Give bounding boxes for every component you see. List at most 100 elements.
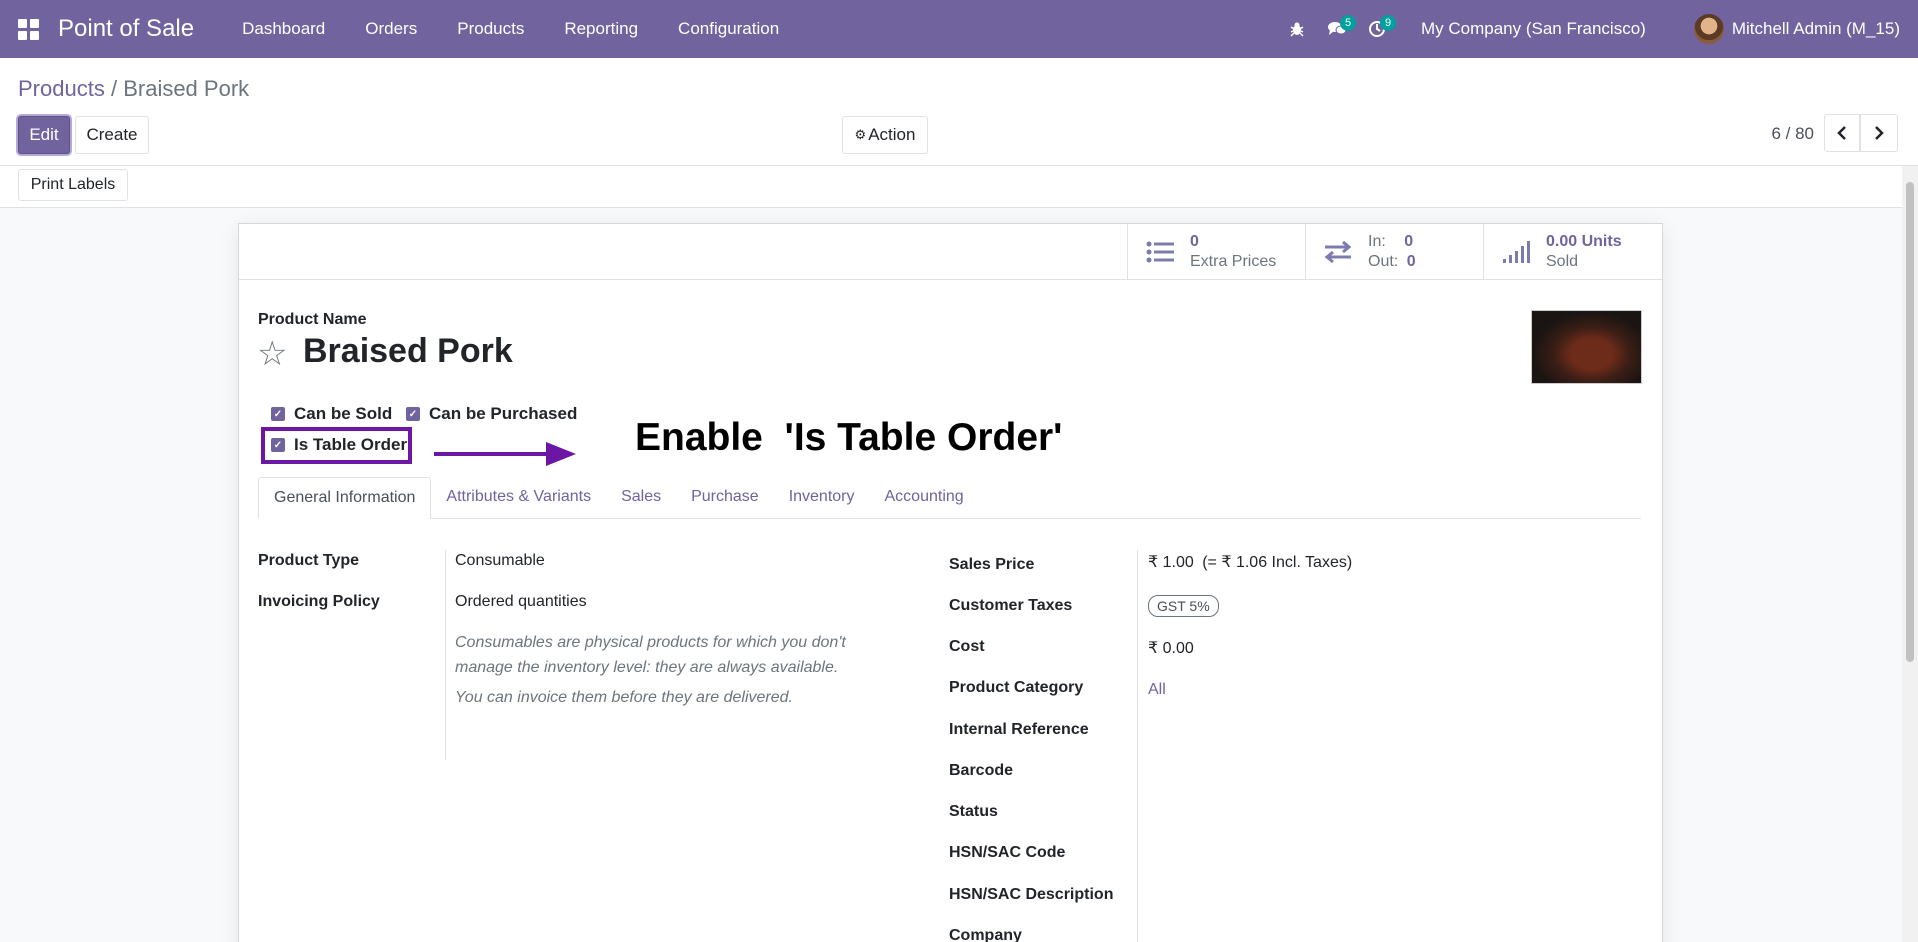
checkbox-checked-icon: ✓ — [271, 407, 285, 421]
signal-icon — [1494, 240, 1538, 264]
in-out-button[interactable]: In: 0 Out: 0 — [1305, 224, 1483, 280]
form-tabs: General Information Attributes & Variant… — [258, 477, 1641, 519]
checkbox-checked-icon: ✓ — [406, 407, 420, 421]
edit-button[interactable]: Edit — [18, 116, 70, 154]
chevron-left-icon — [1837, 126, 1846, 140]
tab-attributes-variants[interactable]: Attributes & Variants — [431, 477, 606, 518]
company-label: Company — [949, 927, 1022, 942]
form-sheet: 0 Extra Prices In: 0 Out: 0 0.00 Units S… — [238, 223, 1663, 942]
sales-price-value: ₹ 1.00 — [1148, 554, 1194, 571]
internal-reference-label: Internal Reference — [949, 721, 1089, 738]
hsn-sac-description-label: HSN/SAC Description — [949, 886, 1114, 903]
activities-icon[interactable]: 9 — [1357, 0, 1397, 58]
sales-price-incl-taxes: (= ₹ 1.06 Incl. Taxes) — [1202, 554, 1353, 571]
status-label: Status — [949, 803, 998, 820]
product-type-label: Product Type — [258, 552, 360, 569]
help-line: Consumables are physical products for wh… — [455, 634, 846, 651]
sales-price-field[interactable]: ₹ 1.00 (= ₹ 1.06 Incl. Taxes) — [1148, 552, 1352, 572]
breadcrumb-products[interactable]: Products — [18, 76, 105, 101]
scrollbar-thumb[interactable] — [1906, 182, 1914, 662]
tab-sales[interactable]: Sales — [606, 477, 676, 518]
user-name: Mitchell Admin (M_15) — [1731, 19, 1900, 38]
pager-value[interactable]: 6 / 80 — [1771, 124, 1814, 144]
product-type-help: Consumables are physical products for wh… — [455, 630, 846, 710]
app-name[interactable]: Point of Sale — [58, 15, 194, 43]
scrollbar[interactable] — [1902, 166, 1918, 942]
field-divider — [1137, 550, 1138, 942]
action-button[interactable]: ⚙ Action — [842, 116, 928, 154]
barcode-label: Barcode — [949, 762, 1014, 779]
product-category-label: Product Category — [949, 679, 1084, 696]
apps-menu-icon[interactable] — [0, 0, 56, 58]
control-panel: Products / Braised Pork Edit Create ⚙ Ac… — [0, 58, 1918, 166]
out-value: 0 — [1406, 253, 1416, 270]
sold-value: 0.00 Units — [1546, 233, 1622, 250]
can-be-sold-label: Can be Sold — [294, 404, 393, 423]
print-labels-button[interactable]: Print Labels — [18, 169, 128, 201]
gear-icon: ⚙ — [854, 127, 867, 142]
breadcrumb-current: Braised Pork — [123, 76, 250, 101]
can-be-purchased-label: Can be Purchased — [429, 404, 578, 423]
cost-value[interactable]: ₹ 0.00 — [1148, 638, 1194, 658]
bug-icon[interactable] — [1277, 0, 1317, 58]
messages-icon[interactable]: 5 — [1317, 0, 1357, 58]
avatar — [1693, 14, 1724, 44]
tab-accounting[interactable]: Accounting — [870, 477, 979, 518]
product-name-label: Product Name — [258, 311, 367, 328]
tax-tag[interactable]: GST 5% — [1148, 595, 1219, 617]
tab-purchase[interactable]: Purchase — [676, 477, 774, 518]
in-value: 0 — [1404, 233, 1414, 250]
smart-buttons: 0 Extra Prices In: 0 Out: 0 0.00 Units S… — [239, 224, 1662, 280]
help-line: You can invoice them before they are del… — [455, 689, 793, 706]
menu-reporting[interactable]: Reporting — [544, 0, 658, 58]
transfer-icon — [1316, 240, 1360, 264]
navbar-systray: 5 9 My Company (San Francisco) Mitchell … — [1277, 0, 1918, 58]
invoicing-policy-value[interactable]: Ordered quantities — [455, 593, 587, 611]
main-menu: Dashboard Orders Products Reporting Conf… — [222, 0, 799, 58]
pager-previous-button[interactable] — [1824, 114, 1860, 152]
create-button[interactable]: Create — [75, 116, 149, 154]
invoicing-policy-label: Invoicing Policy — [258, 593, 380, 610]
sold-label: Sold — [1546, 253, 1579, 270]
breadcrumb: Products / Braised Pork — [18, 76, 249, 102]
sales-price-label: Sales Price — [949, 556, 1035, 573]
out-label: Out: — [1368, 253, 1399, 270]
extra-prices-label: Extra Prices — [1190, 253, 1277, 270]
extra-prices-value: 0 — [1190, 233, 1199, 250]
activities-badge: 9 — [1379, 15, 1397, 31]
in-label: In: — [1368, 233, 1386, 250]
customer-taxes-label: Customer Taxes — [949, 597, 1073, 614]
favorite-star-icon[interactable]: ☆ — [257, 334, 287, 374]
annotation-arrow-icon — [434, 442, 576, 466]
extra-prices-button[interactable]: 0 Extra Prices — [1127, 224, 1305, 280]
tab-inventory[interactable]: Inventory — [774, 477, 870, 518]
product-type-value[interactable]: Consumable — [455, 552, 545, 570]
list-icon — [1138, 240, 1182, 264]
breadcrumb-separator: / — [110, 76, 118, 101]
pager-next-button[interactable] — [1860, 114, 1898, 152]
form-statusbar: Print Labels — [0, 166, 1902, 208]
chevron-right-icon — [1875, 126, 1884, 140]
product-name[interactable]: Braised Pork — [303, 332, 513, 371]
tab-general-information[interactable]: General Information — [258, 477, 432, 519]
annotation-text: Enable 'Is Table Order' — [635, 416, 1063, 459]
can-be-purchased-checkbox[interactable]: ✓ Can be Purchased — [406, 404, 577, 424]
user-menu[interactable]: Mitchell Admin (M_15) — [1670, 14, 1918, 44]
menu-dashboard[interactable]: Dashboard — [222, 0, 345, 58]
top-navbar: Point of Sale Dashboard Orders Products … — [0, 0, 1918, 58]
menu-configuration[interactable]: Configuration — [658, 0, 799, 58]
sold-button[interactable]: 0.00 Units Sold — [1483, 224, 1661, 280]
help-line: manage the inventory level: they are alw… — [455, 659, 839, 676]
annotation-highlight-box — [261, 427, 412, 464]
action-label: Action — [868, 125, 916, 144]
hsn-sac-code-label: HSN/SAC Code — [949, 844, 1066, 861]
product-category-value[interactable]: All — [1148, 681, 1166, 699]
menu-products[interactable]: Products — [437, 0, 544, 58]
messages-badge: 5 — [1339, 15, 1357, 31]
menu-orders[interactable]: Orders — [345, 0, 437, 58]
field-divider — [445, 550, 446, 760]
can-be-sold-checkbox[interactable]: ✓ Can be Sold — [271, 404, 392, 424]
product-image[interactable] — [1531, 310, 1642, 384]
company-switcher[interactable]: My Company (San Francisco) — [1397, 19, 1670, 39]
cost-label: Cost — [949, 638, 985, 655]
